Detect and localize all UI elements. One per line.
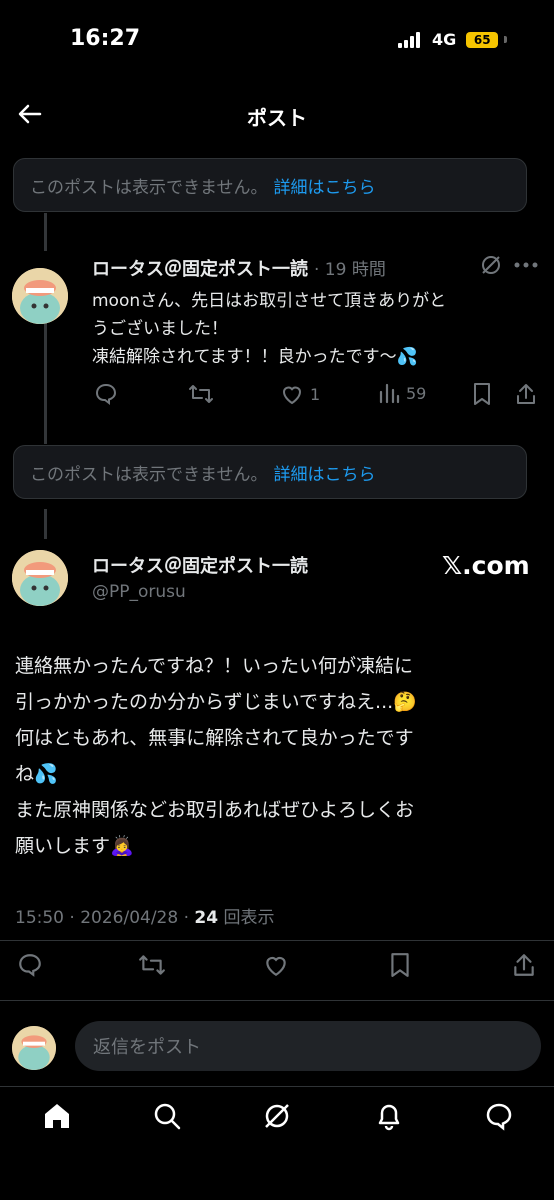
reply-input[interactable]: 返信をポスト xyxy=(75,1021,541,1071)
nav-notifications[interactable] xyxy=(374,1101,404,1131)
unavailable-post-notice: このポストは表示できません。 詳細はこちら xyxy=(13,445,527,499)
views-count[interactable]: 24 xyxy=(194,908,218,928)
divider xyxy=(0,1086,554,1087)
divider xyxy=(0,1000,554,1001)
x-watermark: 𝕏.com xyxy=(442,551,530,580)
grok-icon[interactable] xyxy=(480,254,502,276)
avatar[interactable] xyxy=(12,550,68,606)
text-line: 連絡無かったんですね？！いったい何が凍結に xyxy=(15,655,414,677)
status-indicators: 4G 65 xyxy=(398,30,508,49)
heart-icon xyxy=(266,956,286,977)
details-link[interactable]: 詳細はこちら xyxy=(274,173,376,198)
analytics-icon xyxy=(379,383,400,404)
author-name[interactable]: ロータス＠固定ポスト一読 xyxy=(92,255,308,281)
grok-icon xyxy=(265,1104,289,1128)
unavailable-text: このポストは表示できません。 xyxy=(30,464,268,485)
nav-home[interactable] xyxy=(42,1101,72,1131)
view-count: 59 xyxy=(406,383,427,403)
thread-line xyxy=(44,213,47,251)
search-icon xyxy=(154,1103,181,1130)
status-time: 16:27 xyxy=(70,26,141,51)
unavailable-text: このポストは表示できません。 xyxy=(30,177,268,198)
like-button[interactable]: 1 xyxy=(280,382,320,406)
text-line: 引っかかったのか分からずじまいですねえ...🤔 xyxy=(15,691,417,713)
repost-button[interactable] xyxy=(188,382,214,406)
heart-icon xyxy=(282,386,302,405)
author-handle[interactable]: @PP_orusu xyxy=(92,582,186,602)
like-count: 1 xyxy=(310,384,321,404)
my-avatar[interactable] xyxy=(12,1026,56,1070)
home-icon xyxy=(45,1104,69,1128)
chat-icon xyxy=(486,1103,512,1131)
battery-icon: 65 xyxy=(466,31,499,48)
reply-tweet-header: ロータス＠固定ポスト一読 · 19 時間 xyxy=(92,255,386,281)
reply-button[interactable] xyxy=(17,952,43,978)
reply-tweet-text: moonさん、先日はお取引させて頂きありがと うございました！ 凍結解除されてま… xyxy=(92,287,512,371)
views-label: 回表示 xyxy=(218,908,275,928)
reply-button[interactable] xyxy=(94,382,118,406)
nav-grok[interactable] xyxy=(262,1101,292,1131)
text-line: 願いします🙇‍♀️ xyxy=(15,835,134,857)
battery-tip xyxy=(504,36,508,43)
views-button[interactable]: 59 xyxy=(378,382,426,404)
divider xyxy=(0,940,554,941)
bookmark-button[interactable] xyxy=(472,382,492,406)
post-date: 15:50 · 2026/04/28 · xyxy=(15,908,195,928)
post-time: · 19 時間 xyxy=(314,260,386,280)
bell-icon xyxy=(378,1104,400,1131)
repost-icon xyxy=(189,385,213,403)
details-link[interactable]: 詳細はこちら xyxy=(274,460,376,485)
repost-button[interactable] xyxy=(138,952,166,978)
share-icon xyxy=(517,384,535,404)
more-options-icon[interactable] xyxy=(514,262,538,268)
text-line: ね💦 xyxy=(15,763,58,785)
page-title: ポスト xyxy=(247,106,307,130)
reply-icon xyxy=(95,383,117,405)
text-line: また原神関係などお取引あればぜひよろしくお xyxy=(15,799,415,821)
bookmark-icon xyxy=(474,383,490,405)
bookmark-button[interactable] xyxy=(389,952,411,978)
share-button[interactable] xyxy=(511,952,537,978)
main-tweet-text: 連絡無かったんですね？！いったい何が凍結に 引っかかったのか分からずじまいですね… xyxy=(15,648,535,864)
share-icon xyxy=(514,954,534,976)
nav-search[interactable] xyxy=(152,1101,182,1131)
text-line: うございました！ xyxy=(92,319,228,339)
text-line: 何はともあれ、無事に解除されて良かったです xyxy=(15,727,414,749)
nav-messages[interactable] xyxy=(484,1101,514,1131)
text-line: moonさん、先日はお取引させて頂きありがと xyxy=(92,291,447,311)
repost-icon xyxy=(139,955,165,975)
network-type: 4G xyxy=(432,30,457,49)
avatar[interactable] xyxy=(12,268,68,324)
like-button[interactable] xyxy=(263,952,289,978)
bookmark-icon xyxy=(391,953,409,977)
unavailable-post-notice: このポストは表示できません。 詳細はこちら xyxy=(13,158,527,212)
author-name[interactable]: ロータス＠固定ポスト一読 xyxy=(92,552,308,578)
text-line: 凍結解除されてます！！良かったです〜💦 xyxy=(92,347,418,367)
thread-line xyxy=(44,322,47,444)
reply-icon xyxy=(19,954,41,977)
thread-line xyxy=(44,509,47,539)
signal-icon xyxy=(398,31,420,48)
share-button[interactable] xyxy=(514,382,538,406)
post-timestamp: 15:50 · 2026/04/28 · 24 回表示 xyxy=(15,903,274,928)
